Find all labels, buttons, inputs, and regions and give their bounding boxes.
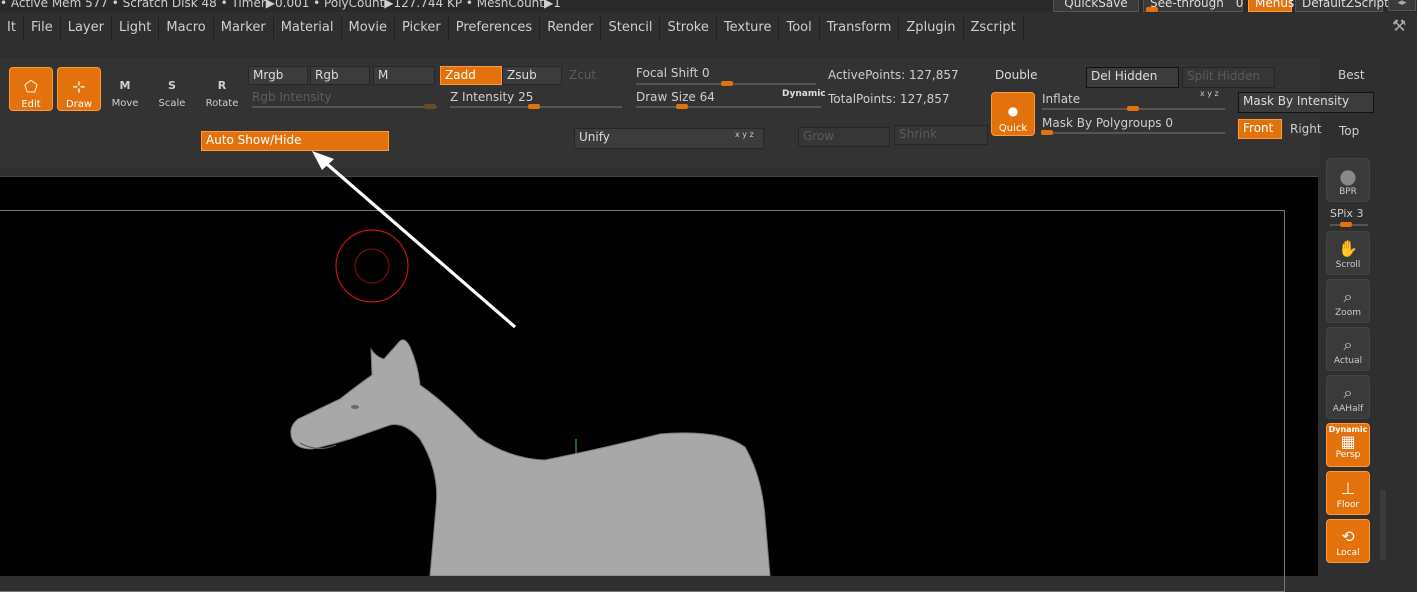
- sidebar-scrollbar[interactable]: [1380, 490, 1386, 560]
- actual-magnifier-icon: ⌕: [1343, 335, 1353, 354]
- arrow-annotation: [312, 151, 517, 329]
- zoom-label: Zoom: [1335, 308, 1361, 318]
- zoom-button[interactable]: ⌕ Zoom: [1326, 279, 1370, 323]
- bpr-button[interactable]: ● BPR: [1326, 158, 1370, 202]
- spix-knob[interactable]: [1340, 222, 1352, 227]
- scroll-button[interactable]: ✋ Scroll: [1326, 231, 1370, 275]
- aahalf-button[interactable]: ⌕ AAHalf: [1326, 375, 1370, 419]
- aahalf-label: AAHalf: [1332, 404, 1364, 414]
- perspective-grid-icon: ▦: [1340, 432, 1356, 451]
- local-rotate-icon: ⟲: [1341, 527, 1355, 546]
- floor-icon: ⊥: [1341, 479, 1355, 498]
- persp-button[interactable]: Dynamic ▦ Persp: [1326, 423, 1370, 467]
- spix-value: 3: [1356, 207, 1364, 220]
- spix-slider[interactable]: SPix 3: [1330, 207, 1363, 220]
- local-button[interactable]: ⟲ Local: [1326, 519, 1370, 563]
- floor-label: Floor: [1336, 500, 1360, 510]
- magnifier-icon: ⌕: [1343, 287, 1353, 306]
- spix-label: SPix: [1330, 207, 1353, 220]
- actual-label: Actual: [1333, 356, 1363, 366]
- arrow-shaft: [318, 156, 517, 329]
- floor-button[interactable]: ⊥ Floor: [1326, 471, 1370, 515]
- scroll-label: Scroll: [1335, 260, 1361, 270]
- actual-button[interactable]: ⌕ Actual: [1326, 327, 1370, 371]
- hand-icon: ✋: [1338, 239, 1358, 258]
- persp-label: Persp: [1335, 450, 1361, 460]
- bpr-label: BPR: [1339, 187, 1357, 197]
- bpr-sphere-icon: ●: [1339, 164, 1357, 188]
- aahalf-magnifier-icon: ⌕: [1343, 383, 1353, 402]
- right-shelf: ● BPR SPix 3 ✋ Scroll ⌕ Zoom ⌕ Actual ⌕ …: [1322, 158, 1374, 575]
- local-label: Local: [1336, 548, 1360, 558]
